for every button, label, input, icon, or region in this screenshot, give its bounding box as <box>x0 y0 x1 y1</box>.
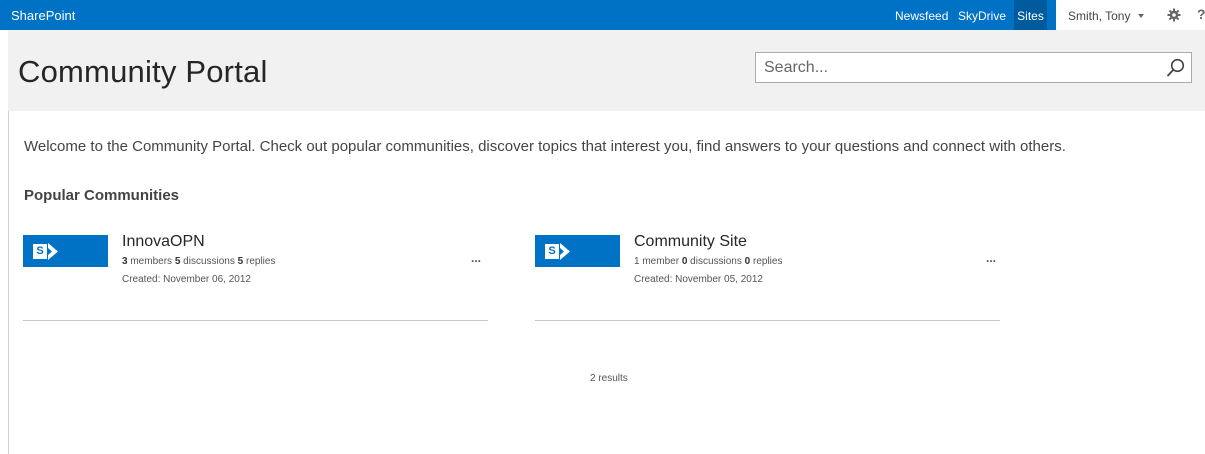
more-options-button[interactable]: ... <box>471 251 481 265</box>
content-border <box>8 111 9 454</box>
members-label: member <box>642 256 680 267</box>
more-options-button[interactable]: ... <box>986 251 996 265</box>
discussions-label: discussions <box>183 256 235 267</box>
search-input[interactable] <box>756 53 1156 82</box>
search-box <box>755 52 1192 83</box>
nav-sites[interactable]: Sites <box>1014 0 1047 30</box>
discussions-label: discussions <box>690 256 742 267</box>
chevron-down-icon[interactable] <box>1138 14 1144 18</box>
page-title[interactable]: Community Portal <box>18 54 268 90</box>
replies-count: 0 <box>744 256 751 267</box>
sharepoint-s-icon: S <box>33 244 47 259</box>
replies-count: 5 <box>237 256 244 267</box>
discussions-count: 5 <box>174 256 181 267</box>
sharepoint-logo-icon[interactable]: S <box>23 235 108 267</box>
community-title[interactable]: Community Site <box>634 233 747 251</box>
replies-label: replies <box>752 256 783 267</box>
created-date: Created: November 06, 2012 <box>122 274 251 285</box>
nav-newsfeed[interactable]: Newsfeed <box>895 9 948 23</box>
search-icon[interactable] <box>1165 57 1187 79</box>
help-icon[interactable]: ? <box>1197 6 1205 22</box>
user-area: Smith, Tony ? <box>1056 0 1205 30</box>
community-stats: 3 members 5 discussions 5 replies <box>122 256 275 267</box>
replies-label: replies <box>245 256 276 267</box>
community-card: S InnovaOPN 3 members 5 discussions 5 re… <box>23 233 488 323</box>
divider <box>23 320 488 321</box>
section-title: Popular Communities <box>24 187 180 204</box>
arrow-right-icon <box>48 243 58 260</box>
suite-nav: Newsfeed SkyDrive Sites <box>0 0 1205 30</box>
user-menu[interactable]: Smith, Tony <box>1068 9 1130 23</box>
arrow-right-icon <box>560 243 570 260</box>
members-label: members <box>130 256 173 267</box>
welcome-text: Welcome to the Community Portal. Check o… <box>24 138 1066 155</box>
created-date: Created: November 05, 2012 <box>634 274 763 285</box>
page-header: Community Portal <box>8 30 1205 111</box>
divider <box>535 320 1000 321</box>
community-stats: 1 member 0 discussions 0 replies <box>634 256 782 267</box>
community-title[interactable]: InnovaOPN <box>122 233 205 251</box>
results-count: 2 results <box>590 373 628 384</box>
discussions-count: 0 <box>681 256 688 267</box>
members-count: 3 <box>122 256 128 267</box>
community-card: S Community Site 1 member 0 discussions … <box>535 233 1000 323</box>
gear-icon[interactable] <box>1167 8 1181 22</box>
sharepoint-logo-icon[interactable]: S <box>535 235 620 267</box>
members-count: 1 <box>634 256 640 267</box>
suite-bar: SharePoint Newsfeed SkyDrive Sites Smith… <box>0 0 1205 30</box>
sharepoint-s-icon: S <box>545 244 559 259</box>
nav-skydrive[interactable]: SkyDrive <box>958 9 1006 23</box>
